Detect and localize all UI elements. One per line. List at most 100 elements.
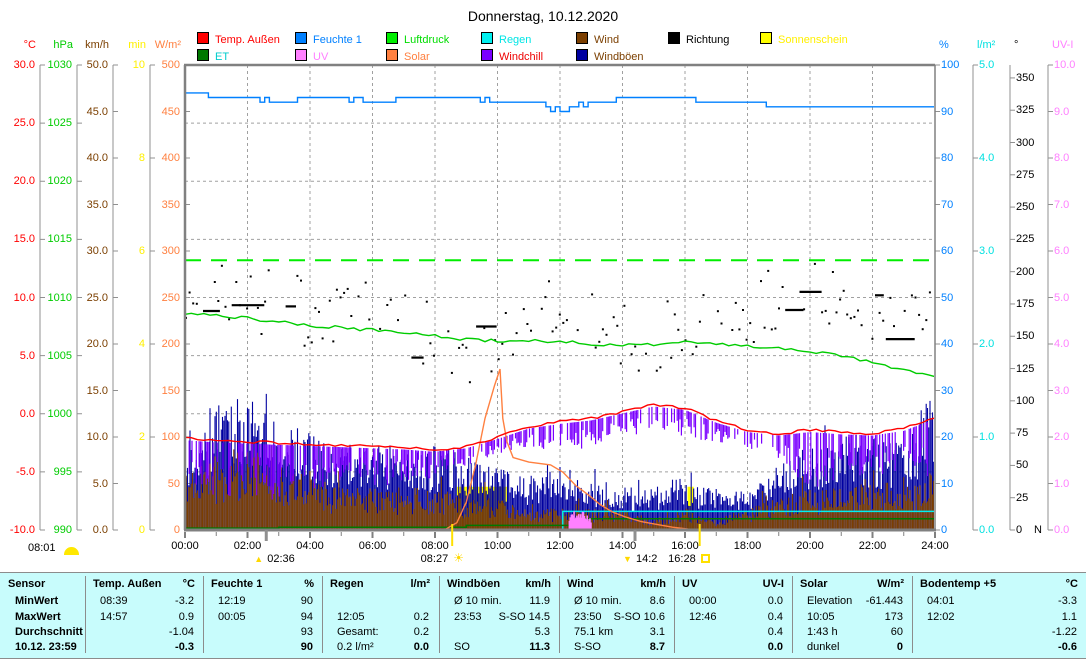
column-header: Bodentemp +5°C bbox=[920, 578, 1078, 590]
table-row: 0.2 l/m²0.0 bbox=[330, 641, 430, 653]
axis-tick-label: 100 bbox=[941, 59, 979, 71]
legend-label: Solar bbox=[404, 51, 430, 63]
cell-value: S-SO 10.6 bbox=[614, 611, 666, 623]
table-row: 10:05 173 bbox=[800, 611, 904, 623]
axis-tick-label: 20.0 bbox=[73, 338, 108, 350]
plot-area bbox=[0, 0, 1086, 662]
cell-label: 04:01 bbox=[920, 595, 955, 607]
axis-tick-label: 2 bbox=[110, 431, 145, 443]
regen-swatch-icon bbox=[481, 32, 493, 44]
cell-label: Elevation bbox=[800, 595, 852, 607]
table-row: Ø 10 min. 11.9 bbox=[447, 595, 551, 607]
axis-tick-label: 0.0 bbox=[1054, 524, 1086, 536]
axis-tick-label: 0 bbox=[145, 524, 180, 536]
legend-item-luftdruck: Luftdruck bbox=[386, 32, 449, 45]
axis-tick-label: 200 bbox=[145, 338, 180, 350]
solar-swatch-icon bbox=[386, 49, 398, 61]
axis-tick-label: 5.0 bbox=[979, 59, 1017, 71]
column-header: Feuchte 1% bbox=[211, 578, 314, 590]
column-unit: °C bbox=[183, 578, 195, 590]
cell-value: 60 bbox=[891, 626, 904, 638]
x-tick-label: 06:00 bbox=[351, 540, 395, 552]
cell-value: S-SO 14.5 bbox=[499, 611, 551, 623]
axis-tick-label: 50 bbox=[1016, 459, 1054, 471]
axis-unit-min: min bbox=[106, 39, 146, 51]
axis-tick-label: 75 bbox=[1016, 427, 1054, 439]
cell-label: 23:50 bbox=[567, 611, 602, 623]
table-row: 04:01-3.3 bbox=[920, 595, 1078, 607]
table-row: 93 bbox=[211, 626, 314, 638]
axis-tick-label: 6 bbox=[110, 245, 145, 257]
cell-value: 11.3 bbox=[529, 641, 551, 653]
cell-value: 173 bbox=[885, 611, 904, 623]
column-title: Temp. Außen bbox=[93, 578, 161, 590]
cell-value: 0.0 bbox=[768, 595, 784, 607]
table-separator bbox=[912, 576, 913, 653]
cell-value: -1.04 bbox=[169, 626, 195, 638]
axis-tick-label: 250 bbox=[1016, 201, 1054, 213]
table-row: 75.1 km3.1 bbox=[567, 626, 666, 638]
cell-label: 10:05 bbox=[800, 611, 835, 623]
legend-label: Sonnenschein bbox=[778, 34, 848, 46]
axis-tick-label: 10 bbox=[941, 478, 979, 490]
column-unit: % bbox=[304, 578, 314, 590]
table-row: 00:000.0 bbox=[682, 595, 784, 607]
axis-tick-label: 8.0 bbox=[1054, 152, 1086, 164]
axis-tick-label: 275 bbox=[1016, 169, 1054, 181]
axis-tick-label: -5.0 bbox=[0, 466, 35, 478]
axis-tick-label: 20.0 bbox=[0, 175, 35, 187]
cell-value: 0.4 bbox=[768, 626, 784, 638]
axis-tick-label: 100 bbox=[145, 431, 180, 443]
axis-tick-label: 30.0 bbox=[0, 59, 35, 71]
legend-label: Feuchte 1 bbox=[313, 34, 362, 46]
column-unit: UV-I bbox=[763, 578, 784, 590]
cell-value: 0.0 bbox=[414, 641, 430, 653]
axis-tick-label: 3.0 bbox=[979, 245, 1017, 257]
axis-tick-label: 10.0 bbox=[73, 431, 108, 443]
axis-tick-label: 20 bbox=[941, 431, 979, 443]
arrow-up-icon: ▲ bbox=[254, 553, 263, 565]
cell-label: 08:39 bbox=[93, 595, 128, 607]
axis-tick-label: 400 bbox=[145, 152, 180, 164]
axis-tick-label: 1000 bbox=[37, 408, 72, 420]
cell-label: 75.1 km bbox=[567, 626, 613, 638]
column-title: UV bbox=[682, 578, 697, 590]
axis-tick-label: 15.0 bbox=[73, 385, 108, 397]
axis-unit-uv-i: UV-I bbox=[1052, 39, 1086, 51]
column-title: Solar bbox=[800, 578, 828, 590]
cell-label: 1:43 h bbox=[800, 626, 838, 638]
cell-value: 0.2 bbox=[414, 611, 430, 623]
table-row: Durchschnitt bbox=[8, 626, 85, 638]
column-header: UV UV-I bbox=[682, 578, 784, 590]
cell-value: 11.9 bbox=[529, 595, 551, 607]
cell-value: 0.0 bbox=[768, 641, 784, 653]
legend-item-regen: Regen bbox=[481, 32, 531, 45]
axis-tick-label: 80 bbox=[941, 152, 979, 164]
legend-item-solar: Solar bbox=[386, 49, 430, 62]
axis-tick-label: 10.0 bbox=[1054, 59, 1086, 71]
axis-unit-c: °C bbox=[0, 39, 36, 51]
legend-label: Temp. Außen bbox=[215, 34, 280, 46]
x-tick-label: 16:00 bbox=[663, 540, 707, 552]
cell-label bbox=[211, 626, 218, 638]
axis-tick-label: 300 bbox=[145, 245, 180, 257]
table-row: Gesamt:0.2 bbox=[330, 626, 430, 638]
cell-label: Ø 10 min. bbox=[447, 595, 502, 607]
x-tick-label: 14:00 bbox=[601, 540, 645, 552]
cell-label: S-SO bbox=[567, 641, 601, 653]
axis-tick-label: 225 bbox=[1016, 233, 1054, 245]
axis-tick-label: 350 bbox=[145, 199, 180, 211]
column-header: Regenl/m² bbox=[330, 578, 430, 590]
axis-tick-label: 250 bbox=[145, 292, 180, 304]
table-row: -0.6 bbox=[920, 641, 1078, 653]
legend-item-temp-au-en: Temp. Außen bbox=[197, 32, 280, 45]
windb-en-swatch-icon bbox=[576, 49, 588, 61]
table-row: 12:021.1 bbox=[920, 611, 1078, 623]
axis-tick-label: 35.0 bbox=[73, 199, 108, 211]
axis-tick-label: 200 bbox=[1016, 266, 1054, 278]
table-row: Ø 10 min.8.6 bbox=[567, 595, 666, 607]
axis-tick-label: 90 bbox=[941, 106, 979, 118]
column-header: Temp. Außen °C bbox=[93, 578, 195, 590]
legend-label: ET bbox=[215, 51, 229, 63]
axis-tick-label: 1005 bbox=[37, 350, 72, 362]
